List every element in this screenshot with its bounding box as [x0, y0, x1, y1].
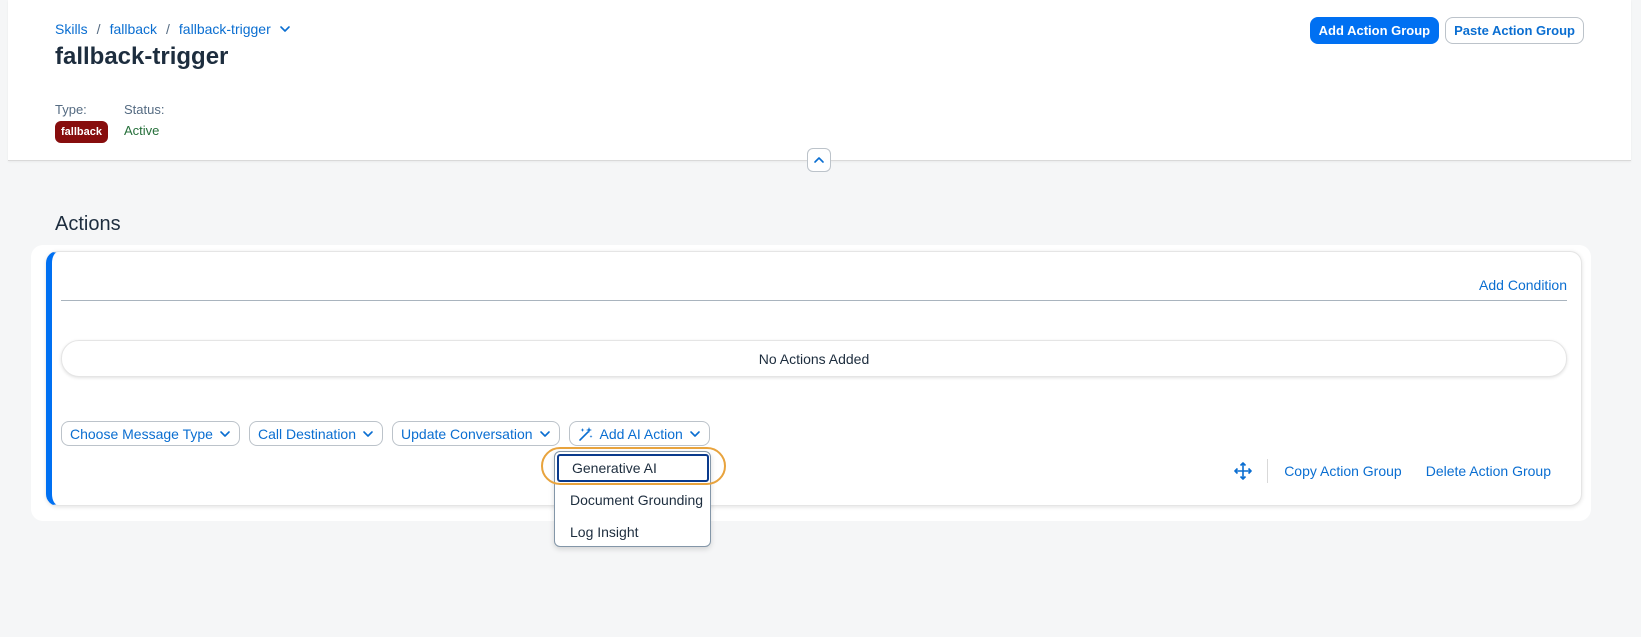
- action-group-footer: Copy Action Group Delete Action Group: [1234, 459, 1551, 483]
- chevron-down-icon: [220, 430, 230, 437]
- dropdown-item-generative-ai[interactable]: Generative AI: [557, 454, 709, 482]
- breadcrumb-link-fallback[interactable]: fallback: [110, 21, 157, 37]
- empty-actions-text: No Actions Added: [758, 350, 870, 367]
- status-value: Active: [123, 123, 160, 138]
- menu-label: Update Conversation: [401, 425, 533, 442]
- add-ai-action-menu[interactable]: Add AI Action: [568, 421, 710, 446]
- chevron-down-icon: [363, 430, 373, 437]
- page-title: fallback-trigger: [55, 43, 229, 70]
- dropdown-item-log-insight[interactable]: Log Insight: [555, 518, 710, 546]
- menu-label: Add AI Action: [599, 425, 683, 442]
- chevron-up-icon: [813, 154, 825, 166]
- add-condition-link[interactable]: Add Condition: [1479, 277, 1567, 293]
- dropdown-item-document-grounding[interactable]: Document Grounding: [555, 486, 710, 514]
- call-destination-menu[interactable]: Call Destination: [248, 421, 384, 446]
- ai-sparkle-icon: [578, 426, 593, 441]
- add-action-group-button[interactable]: Add Action Group: [1309, 17, 1440, 44]
- action-group-card: Add Condition No Actions Added Choose Me…: [46, 251, 1582, 506]
- copy-action-group-link[interactable]: Copy Action Group: [1284, 463, 1402, 479]
- chevron-down-icon: [690, 430, 700, 437]
- chevron-down-icon: [539, 430, 550, 437]
- choose-message-type-menu[interactable]: Choose Message Type: [61, 421, 240, 446]
- footer-separator: [1267, 459, 1269, 483]
- status-label: Status:: [123, 102, 165, 117]
- menu-label: Choose Message Type: [70, 425, 213, 442]
- breadcrumb-link-skills[interactable]: Skills: [55, 21, 88, 37]
- actions-section-title: Actions: [55, 213, 121, 235]
- menu-label: Call Destination: [257, 425, 357, 442]
- update-conversation-menu[interactable]: Update Conversation: [392, 421, 560, 446]
- breadcrumb-link-current[interactable]: fallback-trigger: [179, 21, 271, 37]
- collapse-header-button[interactable]: [807, 148, 831, 172]
- type-label: Type:: [55, 102, 87, 117]
- object-header: Skills / fallback / fallback-trigger fal…: [8, 0, 1631, 161]
- type-attribute: Type: fallback: [55, 102, 108, 143]
- header-attributes: Type: fallback Status: Active: [55, 102, 164, 143]
- breadcrumb-separator: /: [96, 21, 101, 37]
- action-menu-row: Choose Message Type Call Destination Upd…: [61, 421, 710, 446]
- type-badge: fallback: [55, 121, 108, 143]
- breadcrumb: Skills / fallback / fallback-trigger: [55, 21, 291, 37]
- header-actions: Add Action Group Paste Action Group: [1309, 17, 1584, 44]
- condition-divider: [61, 300, 1567, 301]
- chevron-down-icon[interactable]: [279, 23, 291, 35]
- ai-action-dropdown: Generative AI Document Grounding Log Ins…: [554, 451, 711, 547]
- status-attribute: Status: Active: [124, 102, 164, 143]
- empty-actions-placeholder: No Actions Added: [61, 340, 1567, 377]
- paste-action-group-button[interactable]: Paste Action Group: [1445, 17, 1584, 44]
- move-icon[interactable]: [1234, 462, 1252, 480]
- breadcrumb-separator: /: [166, 21, 170, 37]
- delete-action-group-link[interactable]: Delete Action Group: [1426, 463, 1551, 479]
